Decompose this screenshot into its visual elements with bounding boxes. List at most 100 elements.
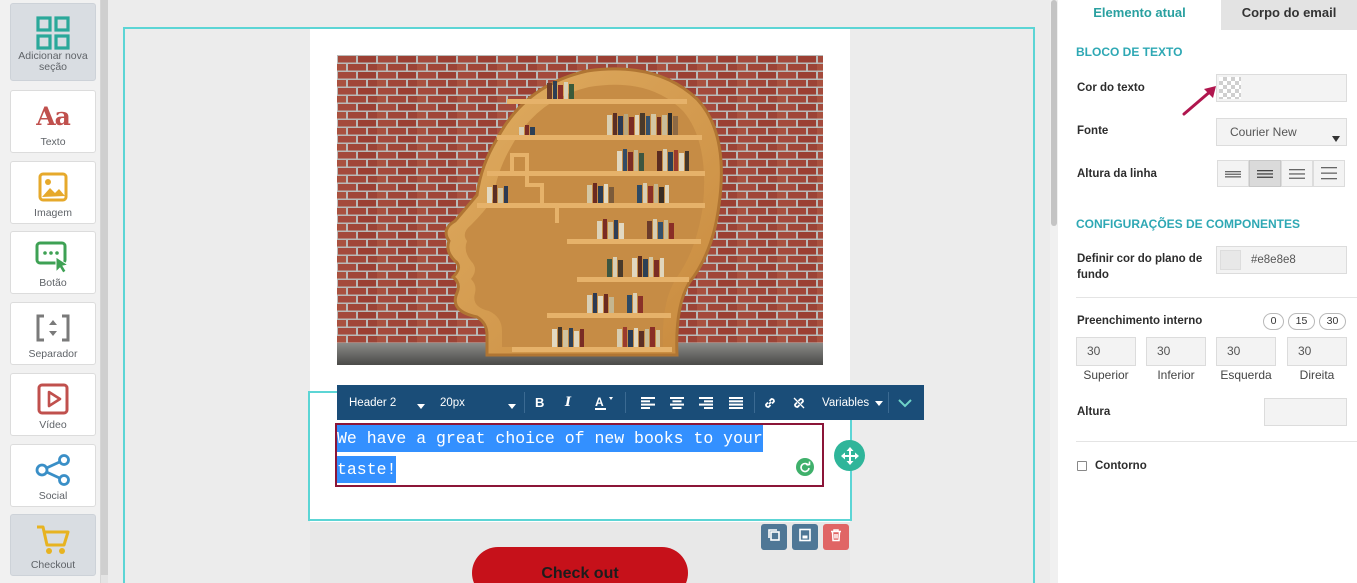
padding-preset-0[interactable]: 0	[1263, 313, 1284, 330]
grammar-check-icon[interactable]	[796, 458, 814, 476]
collapse-chevron-icon[interactable]	[897, 385, 913, 420]
tab-email-body[interactable]: Corpo do email	[1221, 0, 1357, 30]
canvas-scroll-thumb[interactable]	[1051, 0, 1057, 226]
line-height-relaxed-icon[interactable]	[1281, 160, 1313, 187]
toolbar-divider	[625, 392, 626, 413]
hero-image[interactable]	[337, 55, 823, 365]
canvas-scrollbar[interactable]	[1050, 0, 1058, 583]
size-select[interactable]: 20px	[440, 385, 518, 420]
border-checkbox[interactable]	[1077, 461, 1087, 471]
tool-label: Imagem	[34, 207, 72, 219]
transparent-swatch	[1219, 77, 1241, 99]
text-aa-icon: Aa	[36, 101, 71, 131]
panel-divider	[1076, 441, 1357, 442]
line-height-compact-icon[interactable]	[1217, 160, 1249, 187]
height-input[interactable]	[1264, 398, 1347, 426]
variables-label: Variables	[822, 396, 870, 409]
padding-label: Preenchimento interno	[1077, 315, 1203, 327]
separator-icon	[11, 311, 95, 345]
text-tool[interactable]: Aa Texto	[10, 90, 96, 153]
properties-panel: Elemento atual Corpo do email BLOCO DE T…	[1058, 0, 1357, 583]
tool-label: Botão	[39, 277, 67, 289]
padding-preset-15[interactable]: 15	[1288, 313, 1315, 330]
padding-bottom-label: Inferior	[1157, 368, 1195, 382]
padding-preset-30[interactable]: 30	[1319, 313, 1346, 330]
text-line-1[interactable]: We have a great choice of new books to y…	[337, 425, 763, 452]
panel-divider	[1076, 297, 1357, 298]
text-block-title: BLOCO DE TEXTO	[1076, 45, 1183, 59]
padding-right-input[interactable]: 30	[1287, 337, 1347, 366]
font-select-value: Courier New	[1230, 125, 1297, 139]
bg-color-picker[interactable]: #e8e8e8	[1216, 246, 1347, 274]
share-icon	[11, 453, 95, 487]
align-center-icon[interactable]	[670, 385, 684, 420]
font-label: Fonte	[1077, 125, 1109, 137]
text-color-label: Cor do texto	[1077, 82, 1145, 94]
tool-sidebar: Adicionar nova seção Aa Texto Imagem Bot…	[0, 0, 101, 583]
size-dropdown-icon	[508, 400, 516, 412]
button-cursor-icon	[11, 240, 95, 274]
padding-right-label: Direita	[1299, 368, 1335, 382]
line-height-loose-icon[interactable]	[1313, 160, 1345, 187]
tab-current-element[interactable]: Elemento atual	[1058, 0, 1221, 30]
add-section-tool[interactable]: Adicionar nova seção	[10, 3, 96, 81]
cart-icon	[11, 523, 95, 557]
image-icon	[11, 170, 95, 204]
svg-text:A: A	[595, 395, 604, 409]
image-tool[interactable]: Imagem	[10, 161, 96, 224]
text-line-2[interactable]: taste!	[337, 456, 397, 483]
align-justify-icon[interactable]	[729, 385, 743, 420]
sidebar-scroll-thumb[interactable]	[101, 0, 108, 575]
checkout-button[interactable]: Check out	[472, 547, 688, 583]
separator-tool[interactable]: Separador	[10, 302, 96, 365]
size-select-value: 20px	[440, 396, 465, 409]
align-left-icon[interactable]	[641, 385, 655, 420]
border-label: Contorno	[1095, 460, 1147, 472]
save-block-button[interactable]	[792, 524, 818, 550]
unlink-icon[interactable]	[792, 385, 806, 420]
style-select[interactable]: Header 2	[349, 385, 427, 420]
toolbar-divider	[524, 392, 525, 413]
bg-color-swatch	[1220, 250, 1241, 270]
duplicate-button[interactable]	[761, 524, 787, 550]
button-tool[interactable]: Botão	[10, 231, 96, 294]
font-dropdown-icon	[1332, 129, 1340, 147]
trash-icon	[829, 528, 843, 547]
tool-label: Separador	[28, 348, 78, 360]
bold-icon[interactable]: B	[535, 385, 544, 420]
video-tool[interactable]: Vídeo	[10, 373, 96, 436]
tool-label: Checkout	[30, 559, 76, 571]
bg-color-value: #e8e8e8	[1251, 254, 1296, 266]
padding-bottom-input[interactable]: 30	[1146, 337, 1206, 366]
italic-icon[interactable]: I	[565, 385, 571, 420]
save-icon	[798, 528, 812, 547]
line-height-normal-icon[interactable]	[1249, 160, 1281, 187]
style-dropdown-icon	[417, 400, 425, 412]
padding-top-input[interactable]: 30	[1076, 337, 1136, 366]
tool-label: Vídeo	[39, 419, 67, 431]
padding-left-label: Esquerda	[1220, 368, 1272, 382]
social-tool[interactable]: Social	[10, 444, 96, 507]
align-right-icon[interactable]	[699, 385, 713, 420]
height-label: Altura	[1077, 406, 1111, 418]
delete-button[interactable]	[823, 524, 849, 550]
tool-label: Adicionar nova seção	[18, 50, 88, 73]
copy-icon	[767, 528, 781, 547]
variables-dropdown-icon	[875, 397, 884, 409]
text-format-toolbar: Header 2 20px B I A Variables	[337, 385, 924, 420]
font-select[interactable]: Courier New	[1216, 118, 1347, 146]
tool-label: Social	[38, 490, 68, 502]
padding-left-input[interactable]: 30	[1216, 337, 1276, 366]
style-select-value: Header 2	[349, 396, 397, 409]
text-color-picker[interactable]	[1216, 74, 1347, 102]
line-height-label: Altura da linha	[1077, 168, 1157, 180]
link-icon[interactable]	[763, 385, 777, 420]
sidebar-scrollbar[interactable]	[101, 0, 108, 583]
move-handle-icon[interactable]	[834, 440, 865, 471]
tool-label: Texto	[40, 136, 66, 148]
text-color-icon[interactable]: A	[594, 385, 614, 420]
video-play-icon	[11, 382, 95, 416]
variables-menu[interactable]: Variables	[822, 385, 884, 420]
checkout-tool[interactable]: Checkout	[10, 514, 96, 576]
component-settings-title: CONFIGURAÇÕES DE COMPONENTES	[1076, 217, 1301, 231]
